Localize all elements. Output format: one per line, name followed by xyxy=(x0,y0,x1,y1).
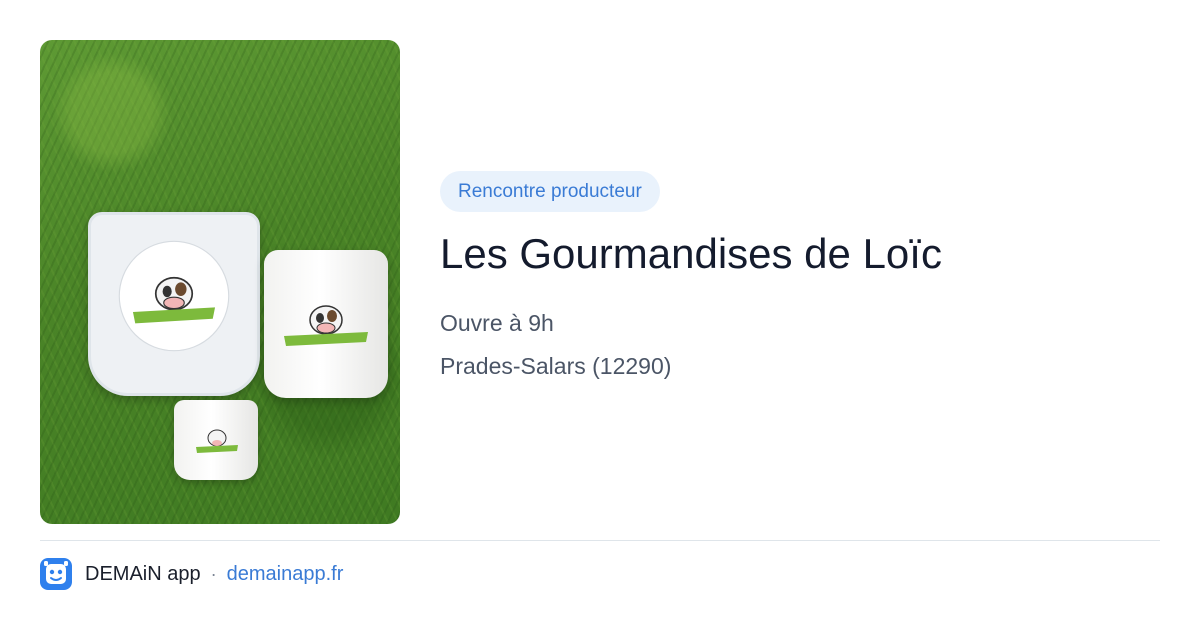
product-label-logo xyxy=(284,305,368,346)
producer-location: Prades-Salars (12290) xyxy=(440,353,672,379)
footer-separator: · xyxy=(210,563,217,584)
tub-container xyxy=(88,212,260,396)
app-website-link[interactable]: demainapp.fr xyxy=(227,563,344,586)
product-label-logo xyxy=(196,429,238,453)
demain-app-icon xyxy=(40,558,72,590)
producer-photo xyxy=(40,40,400,524)
producer-name: Les Gourmandises de Loïc xyxy=(440,230,942,277)
product-label-logo xyxy=(118,240,230,352)
app-name: DEMAiN app xyxy=(85,562,201,585)
footer-divider xyxy=(40,540,1160,541)
large-jar xyxy=(264,250,388,398)
small-jar xyxy=(174,400,258,480)
category-badge: Rencontre producteur xyxy=(440,171,660,212)
opening-hours: Ouvre à 9h xyxy=(440,310,554,336)
footer: DEMAiN app · demainapp.fr xyxy=(40,557,343,591)
